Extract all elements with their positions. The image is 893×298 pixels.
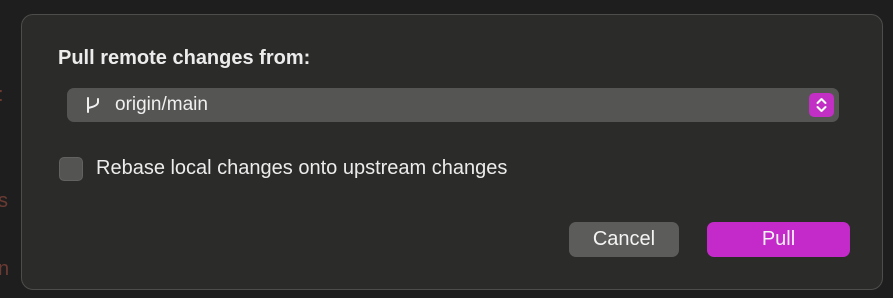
dialog-title: Pull remote changes from: xyxy=(58,47,311,69)
pull-dialog: Pull remote changes from: origin/main Re… xyxy=(21,14,883,290)
git-branch-icon xyxy=(84,96,102,114)
rebase-checkbox[interactable] xyxy=(59,157,83,181)
branch-select[interactable]: origin/main xyxy=(67,88,839,122)
background-text-fragment: : xyxy=(0,84,4,107)
branch-select-value: origin/main xyxy=(115,94,208,115)
select-stepper-icon[interactable] xyxy=(809,93,834,117)
pull-button[interactable]: Pull xyxy=(707,222,850,257)
cancel-button[interactable]: Cancel xyxy=(569,222,679,257)
background-text-fragment: s xyxy=(0,190,8,212)
rebase-checkbox-label[interactable]: Rebase local changes onto upstream chang… xyxy=(96,157,507,180)
background-text-fragment: n xyxy=(0,258,10,280)
